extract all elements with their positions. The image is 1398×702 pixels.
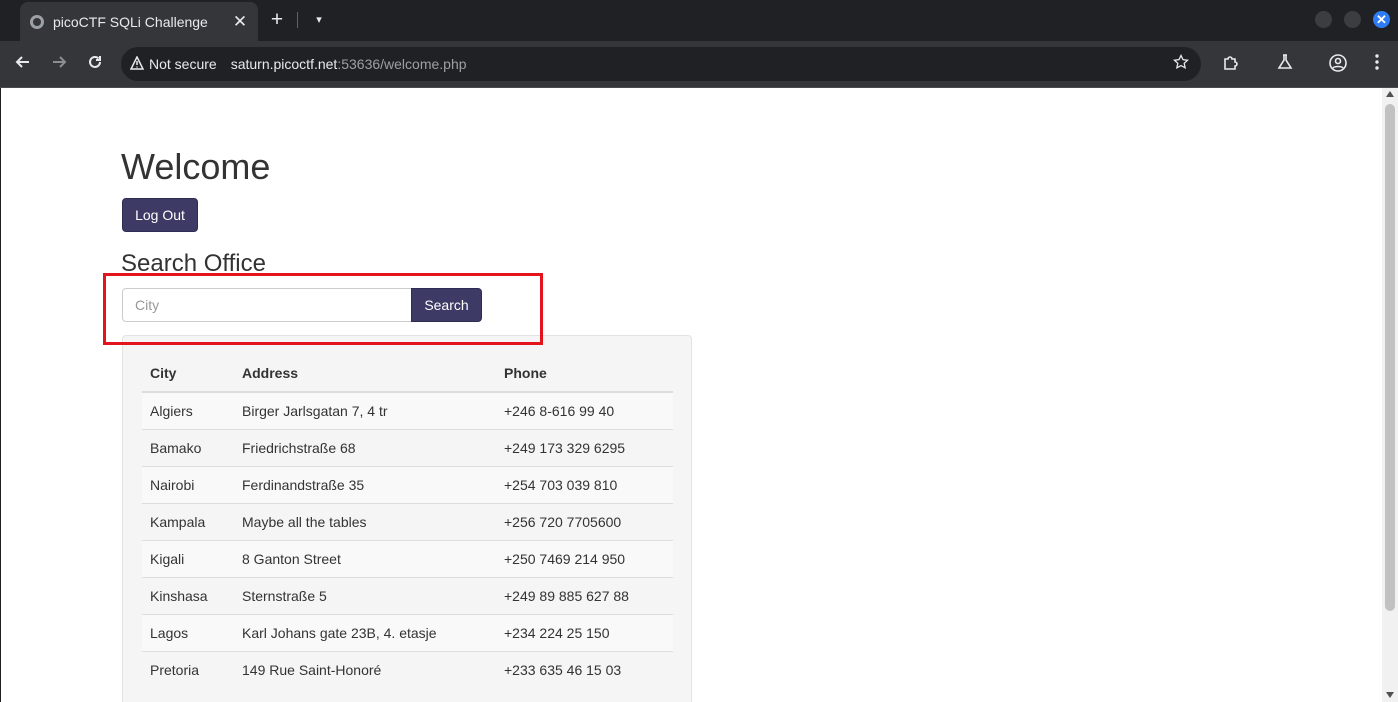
- url-path: :53636/welcome.php: [337, 56, 467, 72]
- cell-city: Kinshasa: [142, 576, 234, 614]
- menu-icon[interactable]: [1366, 53, 1388, 75]
- profile-icon[interactable]: [1327, 53, 1349, 75]
- browser-toolbar: Not secure saturn.picoctf.net:53636/welc…: [0, 41, 1398, 88]
- column-header-city: City: [142, 354, 234, 393]
- cell-phone: +233 635 46 15 03: [496, 650, 673, 688]
- table-body: Algiers Birger Jarlsgatan 7, 4 tr +246 8-6…: [142, 391, 673, 688]
- cell-phone: +246 8-616 99 40: [496, 391, 673, 429]
- cell-phone: +249 173 329 6295: [496, 428, 673, 466]
- window-close-button[interactable]: ✕: [1373, 11, 1390, 28]
- cell-address: Karl Johans gate 23B, 4. etasje: [234, 613, 496, 651]
- maximize-button[interactable]: [1344, 11, 1361, 28]
- star-icon[interactable]: [1173, 53, 1189, 75]
- url-host: saturn.picoctf.net: [230, 56, 338, 72]
- minimize-button[interactable]: [1315, 11, 1332, 28]
- page-title: Welcome: [121, 146, 271, 187]
- cell-city: Bamako: [142, 428, 234, 466]
- new-tab-button[interactable]: +: [266, 9, 288, 31]
- cell-phone: +250 7469 214 950: [496, 539, 673, 577]
- browser-tab[interactable]: picoCTF SQLi Challenge ✕: [20, 2, 258, 41]
- cell-address: 149 Rue Saint-Honoré: [234, 650, 496, 688]
- cell-phone: +254 703 039 810: [496, 465, 673, 503]
- tab-strip: picoCTF SQLi Challenge ✕ + ▾ ✕: [0, 0, 1398, 41]
- results-panel: City Address Phone Algiers Birger Jarlsga…: [122, 335, 692, 702]
- cell-phone: +256 720 7705600: [496, 502, 673, 540]
- cell-address: Birger Jarlsgatan 7, 4 tr: [234, 391, 496, 429]
- tab-title: picoCTF SQLi Challenge: [53, 13, 208, 30]
- table-row: Nairobi Ferdinandstraße 35 +254 703 039 81…: [142, 465, 673, 503]
- cell-phone: +249 89 885 627 88: [496, 576, 673, 614]
- warning-icon[interactable]: [129, 54, 145, 73]
- cell-city: Kigali: [142, 539, 234, 577]
- cell-city: Kampala: [142, 502, 234, 540]
- search-button[interactable]: Search: [411, 288, 482, 322]
- logout-button[interactable]: Log Out: [122, 198, 198, 232]
- table-row: Kigali 8 Ganton Street +250 7469 214 950: [142, 539, 673, 577]
- close-tab-icon[interactable]: ✕: [232, 12, 248, 32]
- cell-phone: +234 224 25 150: [496, 613, 673, 651]
- section-title: Search Office: [121, 250, 266, 277]
- table-row: Bamako Friedrichstraße 68 +249 173 329 629…: [142, 428, 673, 466]
- cell-city: Algiers: [142, 391, 234, 429]
- security-label[interactable]: Not secure: [149, 56, 217, 72]
- office-table: City Address Phone Algiers Birger Jarlsga…: [142, 354, 673, 688]
- scroll-thumb[interactable]: [1385, 104, 1395, 611]
- table-row: Pretoria 149 Rue Saint-Honoré +233 635 46 …: [142, 650, 673, 688]
- cell-address: Ferdinandstraße 35: [234, 465, 496, 503]
- globe-icon: [30, 14, 44, 29]
- tab-divider: [297, 12, 298, 28]
- extensions-icon[interactable]: [1220, 53, 1242, 75]
- table-row: Lagos Karl Johans gate 23B, 4. etasje +234…: [142, 613, 673, 651]
- cell-city: Nairobi: [142, 465, 234, 503]
- reload-icon[interactable]: [84, 53, 106, 75]
- cell-address: Friedrichstraße 68: [234, 428, 496, 466]
- cell-address: 8 Ganton Street: [234, 539, 496, 577]
- cell-city: Pretoria: [142, 650, 234, 688]
- cell-city: Lagos: [142, 613, 234, 651]
- cell-address: Maybe all the tables: [234, 502, 496, 540]
- cell-address: Sternstraße 5: [234, 576, 496, 614]
- back-icon[interactable]: [12, 53, 34, 75]
- table-row: Kampala Maybe all the tables +256 720 7705…: [142, 502, 673, 540]
- table-row: Algiers Birger Jarlsgatan 7, 4 tr +246 8-6…: [142, 391, 673, 429]
- table-header-row: City Address Phone: [142, 354, 673, 393]
- forward-icon[interactable]: [48, 53, 70, 75]
- page-viewport: Welcome Log Out Search Office Search Cit…: [1, 88, 1382, 702]
- address-bar[interactable]: Not secure saturn.picoctf.net:53636/welc…: [121, 47, 1201, 81]
- column-header-address: Address: [234, 354, 496, 393]
- scroll-down-arrow-icon[interactable]: [1386, 692, 1394, 698]
- table-row: Kinshasa Sternstraße 5 +249 89 885 627 88: [142, 576, 673, 614]
- page-scrollbar[interactable]: [1382, 88, 1398, 702]
- scroll-up-arrow-icon[interactable]: [1386, 91, 1394, 97]
- tab-search-icon[interactable]: ▾: [309, 9, 329, 31]
- labs-icon[interactable]: [1274, 53, 1296, 75]
- city-search-input[interactable]: [122, 288, 412, 322]
- column-header-phone: Phone: [496, 354, 673, 393]
